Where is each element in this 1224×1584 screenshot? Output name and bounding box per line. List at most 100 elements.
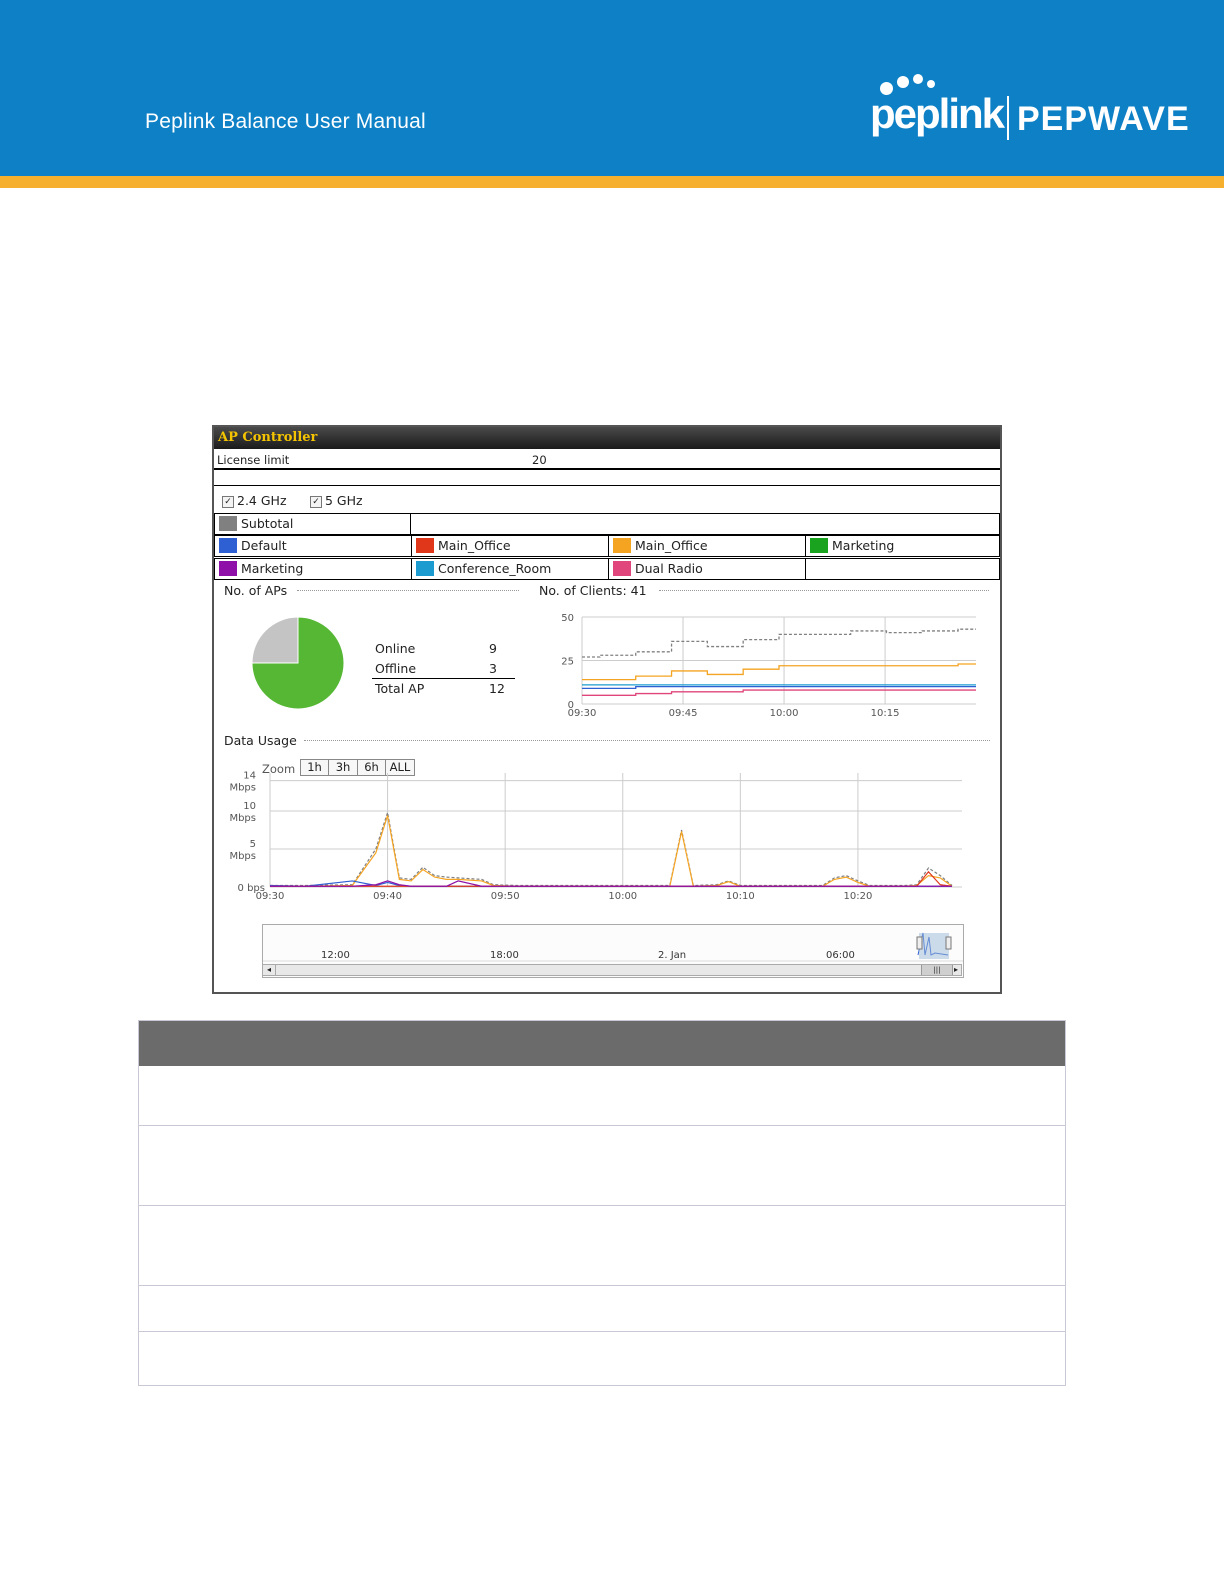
legend-item-default[interactable]: Default xyxy=(214,535,412,557)
y-tick-unit: Mbps xyxy=(229,851,256,862)
checkbox-checked-icon: ✓ xyxy=(310,495,322,508)
data-usage-line-chart: 0 bps5Mbps10Mbps14Mbps09:30 09:40 09:50 10:… xyxy=(229,771,962,902)
scroll-right-arrow-icon[interactable]: ▸ xyxy=(951,965,961,975)
legend-swatch xyxy=(613,561,631,576)
aps-total-divider xyxy=(372,678,515,679)
aps-offline-value: 3 xyxy=(489,661,497,676)
band-24-label: 2.4 GHz xyxy=(237,493,287,508)
legend-swatch xyxy=(416,538,434,553)
series-line-default xyxy=(582,685,976,689)
legend-swatch xyxy=(219,561,237,576)
legend-item-marketing-green[interactable]: Marketing xyxy=(805,535,1000,557)
legend-label: Marketing xyxy=(832,538,895,553)
aps-pie-chart xyxy=(251,616,345,710)
navigator-right-handle-icon xyxy=(945,936,952,950)
manual-header-banner: Peplink Balance User Manual peplink PEPW… xyxy=(0,0,1224,176)
navigator-left-handle-icon xyxy=(916,936,923,950)
navigator-label: 18:00 xyxy=(490,950,519,961)
y-tick-unit: Mbps xyxy=(229,783,256,794)
legend-swatch xyxy=(416,561,434,576)
clients-line-chart: 0255009:30 09:45 10:00 10:15 xyxy=(561,613,976,719)
settings-table-header xyxy=(139,1021,1065,1066)
legend-swatch xyxy=(219,516,237,531)
scroll-left-arrow-icon[interactable]: ◂ xyxy=(263,965,276,975)
x-tick-label: 09:40 xyxy=(373,891,402,902)
legend-swatch xyxy=(613,538,631,553)
series-line-main-office xyxy=(270,815,953,887)
manual-title: Peplink Balance User Manual xyxy=(145,110,426,133)
y-tick-label: 10 xyxy=(243,801,256,812)
legend-label: Main_Office xyxy=(438,538,511,553)
license-row: License limit 20 xyxy=(214,449,1000,470)
band-24-checkbox[interactable]: ✓ 2.4 GHz xyxy=(222,493,287,508)
peplink-pepwave-logo: peplink PEPWAVE xyxy=(870,74,1190,146)
legend-label: Dual Radio xyxy=(635,561,703,576)
logo-pepwave-wordmark: PEPWAVE xyxy=(1017,100,1190,138)
x-tick-label: 10:00 xyxy=(770,708,799,719)
header-accent-stripe xyxy=(0,176,1224,188)
section-divider xyxy=(297,590,519,591)
legend-empty-cell xyxy=(805,558,1000,580)
logo-separator xyxy=(1007,96,1009,140)
panel-title: AP Controller xyxy=(214,427,1000,449)
aps-total-label: Total AP xyxy=(375,681,425,696)
spacer-row xyxy=(214,472,1000,486)
x-tick-label: 10:10 xyxy=(726,891,755,902)
logo-peplink-wordmark: peplink xyxy=(870,90,1005,137)
aps-online-value: 9 xyxy=(489,641,497,656)
x-tick-label: 10:15 xyxy=(871,708,900,719)
license-label: License limit xyxy=(217,453,290,467)
section-divider xyxy=(304,740,990,741)
band-filter-row: ✓ 2.4 GHz ✓ 5 GHz xyxy=(214,487,1000,512)
table-row xyxy=(139,1066,1065,1126)
x-tick-label: 09:30 xyxy=(568,708,597,719)
aps-total-value: 12 xyxy=(489,681,505,696)
aps-heading: No. of APs xyxy=(224,583,288,598)
series-line-subtotal xyxy=(582,628,976,658)
series-line-main-office xyxy=(582,663,976,681)
legend-item-main-office-red[interactable]: Main_Office xyxy=(411,535,609,557)
y-tick-label: 50 xyxy=(561,613,574,624)
legend-item-subtotal[interactable]: Subtotal xyxy=(214,513,411,535)
table-row xyxy=(139,1206,1065,1286)
navigator-label: 12:00 xyxy=(321,950,350,961)
x-tick-label: 09:50 xyxy=(491,891,520,902)
pie-slice-offline xyxy=(251,616,299,664)
settings-table xyxy=(138,1020,1066,1386)
x-tick-label: 09:30 xyxy=(256,891,285,902)
navigator-selection xyxy=(919,933,949,959)
clients-heading: No. of Clients: 41 xyxy=(539,583,647,598)
series-line-dual-radio xyxy=(582,689,976,696)
navigator-scrollbar[interactable]: ◂ ||| ▸ xyxy=(262,964,962,976)
legend-label: Conference_Room xyxy=(438,561,552,576)
band-5-checkbox[interactable]: ✓ 5 GHz xyxy=(310,493,363,508)
x-tick-label: 09:45 xyxy=(669,708,698,719)
legend-swatch xyxy=(810,538,828,553)
legend-item-conference-room[interactable]: Conference_Room xyxy=(411,558,609,580)
legend-label: Marketing xyxy=(241,561,304,576)
legend-label: Default xyxy=(241,538,287,553)
ap-controller-panel: AP Controller License limit 20 ✓ 2.4 GHz … xyxy=(212,425,1002,994)
navigator-label: 2. Jan xyxy=(658,950,687,961)
y-tick-label: 25 xyxy=(561,657,574,668)
legend-swatch xyxy=(219,538,237,553)
y-tick-label: 5 xyxy=(250,839,256,850)
data-usage-heading: Data Usage xyxy=(224,733,297,748)
license-value: 20 xyxy=(532,453,547,467)
table-row xyxy=(139,1286,1065,1332)
band-5-label: 5 GHz xyxy=(325,493,363,508)
legend-label: Main_Office xyxy=(635,538,708,553)
legend-empty-cell xyxy=(410,513,1000,535)
legend-item-marketing-purple[interactable]: Marketing xyxy=(214,558,412,580)
section-divider xyxy=(659,590,989,591)
y-tick-label: 14 xyxy=(243,771,256,782)
checkbox-checked-icon: ✓ xyxy=(222,495,234,508)
legend-label: Subtotal xyxy=(241,516,294,531)
aps-online-label: Online xyxy=(375,641,416,656)
scroll-thumb[interactable]: ||| xyxy=(921,965,953,975)
x-tick-label: 10:00 xyxy=(608,891,637,902)
legend-item-dual-radio[interactable]: Dual Radio xyxy=(608,558,806,580)
legend-item-main-office-orange[interactable]: Main_Office xyxy=(608,535,806,557)
y-tick-unit: Mbps xyxy=(229,813,256,824)
x-tick-label: 10:20 xyxy=(844,891,873,902)
